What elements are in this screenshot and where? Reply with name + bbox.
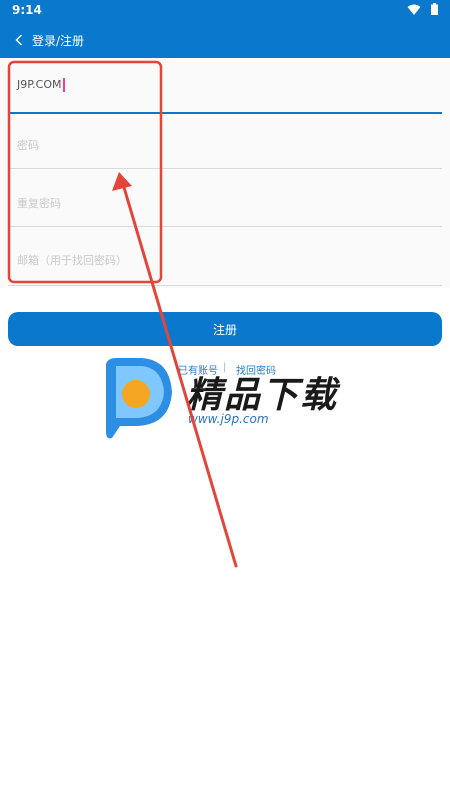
username-value: J9P.COM xyxy=(17,78,62,91)
confirm-password-placeholder: 重复密码 xyxy=(17,197,61,210)
watermark-title: 精品下载 xyxy=(186,375,339,416)
back-chevron-icon xyxy=(15,34,22,46)
wifi-icon xyxy=(407,4,421,15)
text-cursor xyxy=(62,78,65,92)
watermark-url: www.j9p.com xyxy=(188,412,269,426)
status-bar: 9:14 xyxy=(0,0,450,22)
status-icons xyxy=(407,3,438,15)
status-time: 9:14 xyxy=(12,3,42,17)
password-field[interactable]: 密码 xyxy=(8,113,442,169)
email-underline xyxy=(8,285,442,286)
password-placeholder: 密码 xyxy=(17,139,39,152)
email-placeholder: 邮箱（用于找回密码） xyxy=(17,254,127,267)
app-bar: 登录/注册 xyxy=(0,22,450,58)
password-underline xyxy=(8,168,442,169)
battery-icon xyxy=(431,3,438,15)
username-field[interactable]: J9P.COM xyxy=(8,58,442,114)
confirm-password-field[interactable]: 重复密码 xyxy=(8,171,442,227)
watermark: 精品下载 www.j9p.com xyxy=(98,356,358,442)
register-form: J9P.COM 密码 重复密码 邮箱（用于找回密码） xyxy=(0,58,450,288)
confirm-password-underline xyxy=(8,226,442,227)
page-title: 登录/注册 xyxy=(32,34,85,48)
email-field[interactable]: 邮箱（用于找回密码） xyxy=(8,230,442,286)
j9p-logo xyxy=(106,358,172,439)
back-button[interactable] xyxy=(8,28,30,52)
register-button[interactable]: 注册 xyxy=(8,312,442,346)
